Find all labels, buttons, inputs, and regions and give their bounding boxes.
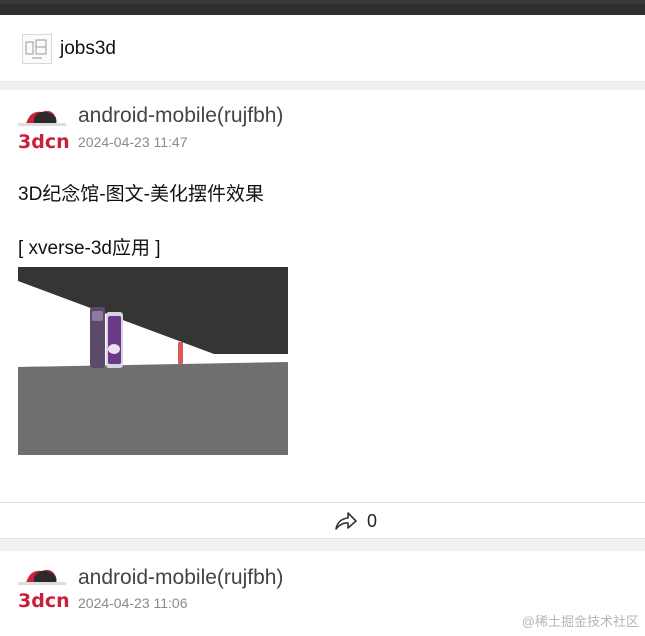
post-tag[interactable]: [ xverse-3d应用 ] [18,233,161,260]
account-header[interactable]: jobs3d [0,15,645,82]
jobs3d-logo-icon [22,34,52,64]
avatar[interactable]: 3dcn [12,102,74,158]
watermark: @稀土掘金技术社区 [521,614,639,629]
post-author[interactable]: android-mobile(rujfbh) [78,104,283,128]
share-count: 0 [367,510,378,531]
post-title[interactable]: 3D纪念馆-图文-美化摆件效果 [18,179,264,206]
post-time: 2024-04-23 11:47 [78,134,188,150]
post-time: 2024-04-23 11:06 [78,595,188,611]
avatar-logo-text: 3dcn [18,590,70,612]
post-image[interactable] [18,267,288,455]
section-divider [0,539,645,551]
top-bar [0,0,645,15]
top-bar-line [0,0,645,4]
post-card: 3dcn android-mobile(rujfbh) 2024-04-23 1… [0,90,645,502]
share-button[interactable]: 0 [333,509,377,533]
share-icon [335,512,357,530]
post-author[interactable]: android-mobile(rujfbh) [78,566,283,590]
post-card: 3dcn android-mobile(rujfbh) 2024-04-23 1… [0,551,645,636]
avatar-logo-text: 3dcn [18,131,70,153]
account-name[interactable]: jobs3d [60,38,116,60]
avatar[interactable]: 3dcn [12,561,74,617]
section-divider [0,82,645,90]
phone-product-image [90,307,123,368]
post-action-bar: 0 [0,502,645,539]
